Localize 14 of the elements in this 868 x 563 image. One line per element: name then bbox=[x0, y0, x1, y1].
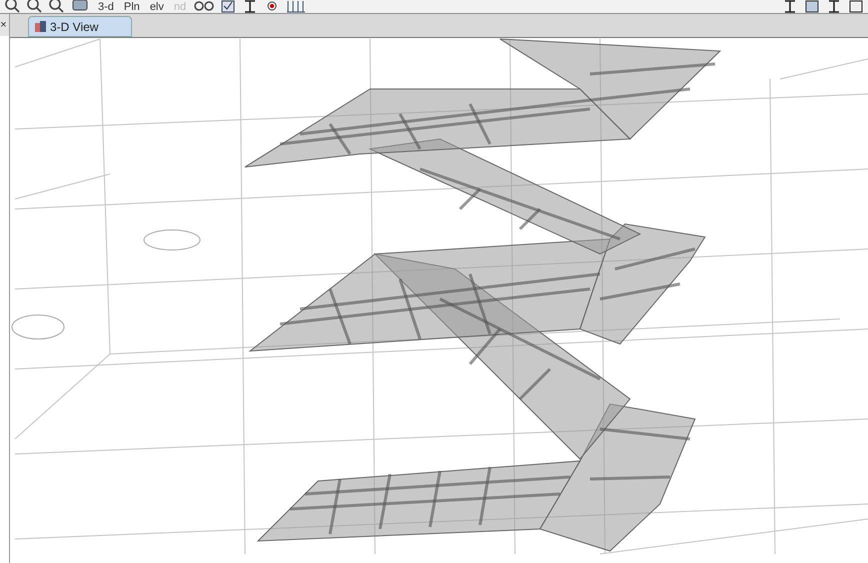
zoom-in-icon[interactable] bbox=[4, 0, 20, 13]
zoom-out-icon[interactable] bbox=[48, 0, 64, 13]
zoom-window-icon[interactable] bbox=[26, 0, 42, 13]
view-button[interactable]: elv bbox=[148, 1, 166, 13]
building-icon bbox=[34, 20, 47, 33]
view-button[interactable]: Pln bbox=[122, 1, 142, 13]
beam-icon[interactable] bbox=[782, 0, 798, 13]
view-tab[interactable]: 3-D View bbox=[28, 16, 132, 37]
checkbox-icon[interactable] bbox=[220, 0, 236, 13]
slab-icon[interactable] bbox=[804, 0, 820, 13]
view-button[interactable]: 3-d bbox=[96, 1, 116, 13]
glasses-icon[interactable] bbox=[194, 0, 214, 13]
close-button[interactable]: × bbox=[0, 14, 9, 36]
grid-icon[interactable] bbox=[286, 0, 306, 13]
